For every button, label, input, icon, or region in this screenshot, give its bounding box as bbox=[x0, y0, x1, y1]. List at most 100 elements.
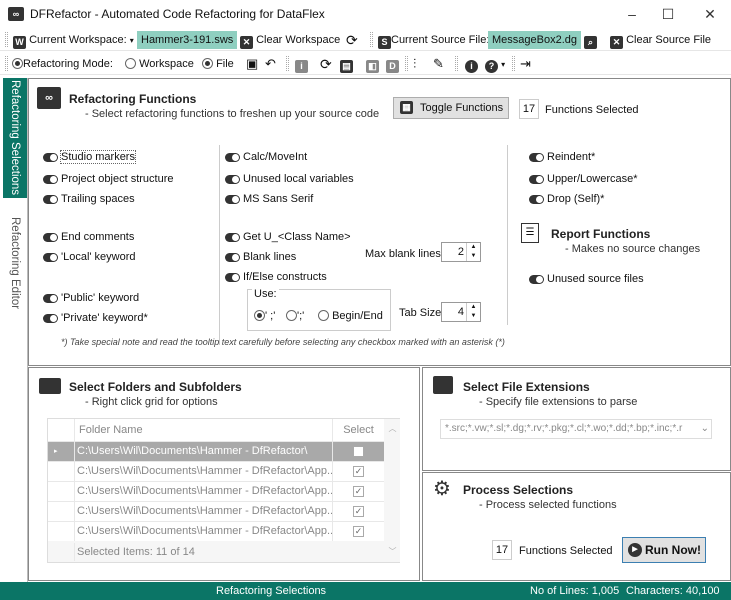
toggle-switch-icon[interactable] bbox=[225, 153, 240, 162]
function-toggle[interactable]: Reindent* bbox=[529, 151, 595, 163]
toggle-switch-icon[interactable] bbox=[225, 273, 240, 282]
toggle-switch-icon[interactable] bbox=[43, 314, 58, 323]
function-toggle[interactable]: Studio markers bbox=[43, 150, 136, 164]
function-toggle[interactable]: Project object structure bbox=[43, 173, 174, 185]
toggle-switch-icon[interactable] bbox=[529, 153, 544, 162]
settings-sliders-icon[interactable]: ⫶ bbox=[413, 55, 416, 73]
function-label: MS Sans Serif bbox=[243, 193, 314, 205]
file-info-icon[interactable]: i bbox=[295, 55, 308, 73]
function-toggle[interactable]: Unused source files bbox=[529, 273, 644, 285]
toolbar-grip[interactable] bbox=[5, 56, 8, 71]
use-option-begin-end[interactable]: Begin/End bbox=[318, 310, 383, 322]
col-select[interactable]: Select bbox=[332, 419, 384, 441]
toggle-switch-icon[interactable] bbox=[529, 175, 544, 184]
toggle-switch-icon[interactable] bbox=[529, 275, 544, 284]
row-pointer-icon: ▸ bbox=[54, 448, 58, 455]
table-row[interactable]: ▸ C:\Users\Wil\Documents\Hammer - DfRefac… bbox=[48, 441, 384, 461]
workspace-value[interactable]: Hammer3-191.sws bbox=[137, 31, 238, 49]
save-icon[interactable]: ▣ bbox=[246, 55, 258, 73]
browse-file-icon[interactable]: ⌕ bbox=[584, 31, 597, 49]
function-toggle[interactable]: Blank lines bbox=[225, 251, 296, 263]
chevron-down-icon[interactable]: ⌄ bbox=[697, 420, 709, 438]
mode-workspace-radio[interactable]: Workspace bbox=[125, 55, 194, 73]
clear-source-button[interactable]: ✕ Clear Source File bbox=[610, 31, 711, 49]
toggle-switch-icon[interactable] bbox=[43, 175, 58, 184]
gear-icon: ⚙ bbox=[433, 478, 451, 500]
function-toggle[interactable]: Get U_<Class Name> bbox=[225, 231, 351, 243]
info-icon[interactable]: i bbox=[465, 55, 478, 73]
toolbar-grip[interactable] bbox=[370, 32, 373, 47]
edit-pen-icon[interactable]: ✎ bbox=[433, 55, 444, 73]
select-checkbox[interactable]: ✓ bbox=[353, 466, 364, 477]
table-row[interactable]: C:\Users\Wil\Documents\Hammer - DfRefact… bbox=[48, 501, 384, 521]
undo-icon[interactable]: ↶ bbox=[265, 55, 276, 73]
report-icon[interactable]: ▤ bbox=[340, 55, 353, 73]
grid-scrollbar[interactable]: ︿ ﹀ bbox=[385, 419, 400, 562]
tab-size-stepper[interactable]: 4 ▲ ▼ bbox=[441, 302, 481, 322]
function-toggle[interactable]: Calc/MoveInt bbox=[225, 151, 307, 163]
toolbar-grip[interactable] bbox=[286, 56, 289, 71]
table-row[interactable]: C:\Users\Wil\Documents\Hammer - DfRefact… bbox=[48, 521, 384, 541]
select-checkbox[interactable]: ✓ bbox=[353, 486, 364, 497]
function-toggle[interactable]: End comments bbox=[43, 231, 134, 243]
toggle-switch-icon[interactable] bbox=[43, 233, 58, 242]
compare-icon[interactable]: ◧ bbox=[366, 55, 379, 73]
folders-grid[interactable]: Folder Name Select ▸ C:\Users\Wil\Documen… bbox=[47, 418, 400, 563]
select-checkbox[interactable]: ✓ bbox=[353, 526, 364, 537]
function-toggle[interactable]: 'Public' keyword bbox=[43, 292, 139, 304]
function-toggle[interactable]: Unused local variables bbox=[225, 173, 354, 185]
mode-file-radio[interactable]: File bbox=[202, 55, 234, 73]
spinner-arrows-icon[interactable]: ▲ ▼ bbox=[466, 303, 480, 321]
toggle-switch-icon[interactable] bbox=[43, 253, 58, 262]
col-folder-name[interactable]: Folder Name bbox=[74, 419, 143, 441]
minimize-button[interactable]: – bbox=[622, 4, 642, 24]
source-file-value[interactable]: MessageBox2.dg bbox=[488, 31, 581, 49]
function-toggle[interactable]: If/Else constructs bbox=[225, 271, 327, 283]
toggle-switch-icon[interactable] bbox=[43, 195, 58, 204]
toggle-switch-icon[interactable] bbox=[225, 253, 240, 262]
spinner-arrows-icon[interactable]: ▲ ▼ bbox=[466, 243, 480, 261]
refresh-icon[interactable]: ⟳ bbox=[320, 55, 332, 73]
toggle-switch-icon[interactable] bbox=[43, 294, 58, 303]
function-toggle[interactable]: 'Local' keyword bbox=[43, 251, 136, 263]
workspace-dropdown[interactable]: W Current Workspace: ▾ bbox=[13, 31, 134, 49]
toolbar-grip[interactable] bbox=[512, 56, 515, 71]
extensions-combobox[interactable]: *.src;*.vw;*.sl;*.dg;*.rv;*.pkg;*.cl;*.w… bbox=[440, 419, 712, 439]
function-toggle[interactable]: Trailing spaces bbox=[43, 193, 135, 205]
function-toggle[interactable]: Upper/Lowercase* bbox=[529, 173, 638, 185]
select-checkbox[interactable] bbox=[353, 446, 364, 457]
editor-icon[interactable]: D bbox=[386, 55, 399, 73]
toolbar-grip[interactable] bbox=[455, 56, 458, 71]
toolbar-grip[interactable] bbox=[405, 56, 408, 71]
toggle-switch-icon[interactable] bbox=[529, 195, 544, 204]
close-button[interactable]: ✕ bbox=[700, 4, 720, 24]
run-now-button[interactable]: ▶ Run Now! bbox=[622, 537, 706, 563]
function-toggle[interactable]: MS Sans Serif bbox=[225, 193, 313, 205]
help-icon[interactable]: ? ▾ bbox=[485, 55, 505, 73]
use-option-semicolon[interactable]: ';' bbox=[286, 310, 304, 322]
function-toggle[interactable]: Drop (Self)* bbox=[529, 193, 604, 205]
tab-refactoring-selections[interactable]: Refactoring Selections bbox=[3, 78, 27, 198]
select-checkbox[interactable]: ✓ bbox=[353, 506, 364, 517]
asterisk-note: *) Take special note and read the toolti… bbox=[61, 337, 505, 347]
refresh-workspace-icon[interactable]: ⟳ bbox=[346, 31, 358, 49]
use-option-semicolon-space[interactable]: ' ;' bbox=[254, 310, 275, 322]
function-toggle[interactable]: 'Private' keyword* bbox=[43, 312, 148, 324]
table-row[interactable]: C:\Users\Wil\Documents\Hammer - DfRefact… bbox=[48, 481, 384, 501]
exit-icon[interactable]: ⇥ bbox=[520, 55, 531, 73]
source-file-selector[interactable]: S Current Source File: bbox=[378, 31, 489, 49]
toggle-switch-icon[interactable] bbox=[225, 175, 240, 184]
toggle-switch-icon[interactable] bbox=[225, 233, 240, 242]
max-blank-stepper[interactable]: 2 ▲ ▼ bbox=[441, 242, 481, 262]
clear-workspace-button[interactable]: ✕ Clear Workspace bbox=[240, 31, 340, 49]
section-title: Refactoring Functions bbox=[69, 92, 197, 106]
tab-refactoring-editor[interactable]: Refactoring Editor bbox=[3, 208, 27, 318]
mode-label: Refactoring Mode: bbox=[23, 58, 113, 70]
table-row[interactable]: C:\Users\Wil\Documents\Hammer - DfRefact… bbox=[48, 461, 384, 481]
toggle-switch-icon[interactable] bbox=[225, 195, 240, 204]
toggle-functions-button[interactable]: ▦ Toggle Functions bbox=[393, 97, 509, 119]
maximize-button[interactable]: ☐ bbox=[658, 4, 678, 24]
toggle-switch-icon[interactable] bbox=[43, 153, 58, 162]
refactor-logo-icon: ∞ bbox=[37, 87, 61, 109]
toolbar-grip[interactable] bbox=[5, 32, 8, 47]
